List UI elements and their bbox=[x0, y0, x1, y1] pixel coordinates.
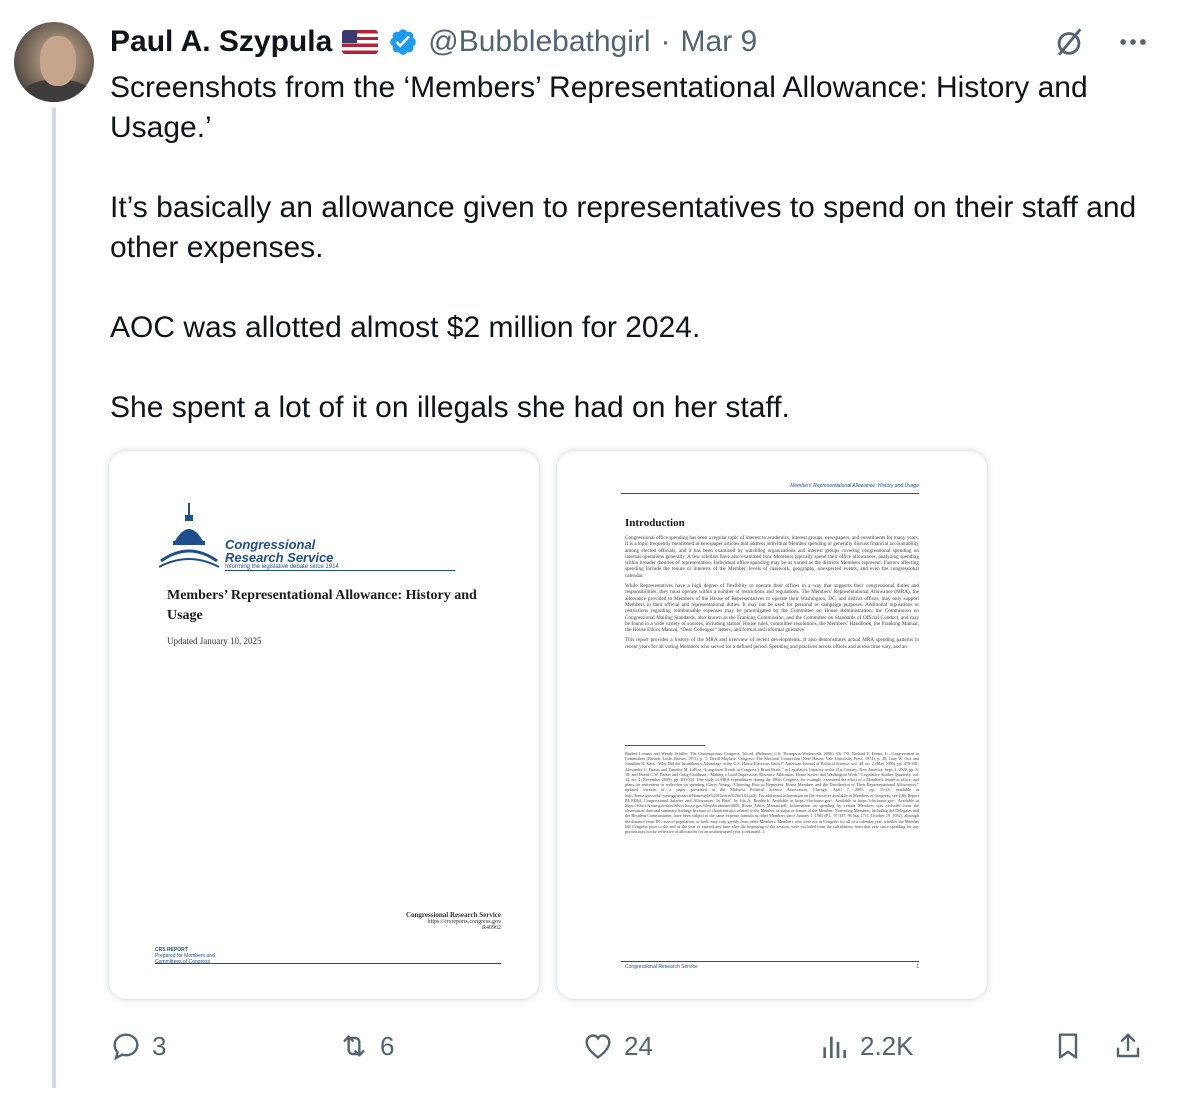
views-icon bbox=[823, 1036, 846, 1058]
media-image-report-introduction[interactable]: Members’ Representational Allowance: His… bbox=[556, 450, 988, 1000]
tweet-paragraph: Screenshots from the ‘Members’ Represent… bbox=[110, 71, 1088, 144]
thread-connector-line bbox=[52, 108, 56, 1088]
footnotes: Burdett Loomis and Wendy Schiller, The C… bbox=[625, 751, 919, 835]
more-icon[interactable] bbox=[1116, 25, 1150, 59]
report-cover-page: Congressional Research Service Informing… bbox=[119, 461, 529, 989]
retweet-icon bbox=[343, 1035, 365, 1057]
report-title: Members’ Representational Allowance: His… bbox=[167, 588, 477, 623]
tweet-text: Screenshots from the ‘Members’ Represent… bbox=[110, 68, 1150, 428]
publisher-name: Congressional Research Service bbox=[405, 911, 501, 919]
tweet-paragraph: It’s basically an allowance given to rep… bbox=[110, 191, 1137, 264]
divider bbox=[155, 963, 501, 964]
us-flag-icon bbox=[342, 30, 379, 54]
running-header: Members’ Representational Allowance: His… bbox=[790, 483, 919, 489]
bookmark-icon bbox=[1058, 1033, 1078, 1059]
body-paragraph: Congressional office spending has been a… bbox=[625, 535, 919, 579]
logo-line-2: Research Service bbox=[225, 550, 334, 565]
report-intro-page: Members’ Representational Allowance: His… bbox=[567, 461, 977, 989]
media-gallery: Congressional Research Service Informing… bbox=[108, 450, 988, 1000]
media-image-report-cover[interactable]: Congressional Research Service Informing… bbox=[108, 450, 540, 1000]
report-publisher-block: Congressional Research Service https://c… bbox=[406, 911, 501, 931]
views-button[interactable]: 2.2K bbox=[818, 1026, 914, 1066]
view-count: 2.2K bbox=[860, 1030, 914, 1061]
separator-dot: · bbox=[660, 25, 671, 58]
logo-tagline: Informing the legislative debate since 1… bbox=[225, 564, 455, 571]
retweet-count: 6 bbox=[380, 1030, 395, 1061]
heart-icon bbox=[585, 1034, 611, 1059]
divider bbox=[621, 961, 919, 962]
share-icon bbox=[1116, 1033, 1140, 1058]
capitol-dome-icon bbox=[159, 503, 219, 568]
like-count: 24 bbox=[624, 1030, 653, 1061]
crs-logo: Congressional Research Service Informing… bbox=[159, 501, 455, 571]
tweet-header: Paul A. Szypula @Bubblebathgirl · Mar 9 bbox=[110, 22, 1150, 62]
report-sublabel-2: Committees of Congress bbox=[155, 959, 211, 965]
author-name[interactable]: Paul A. Szypula bbox=[110, 25, 332, 59]
tweet-actions: 3 6 24 2.2K bbox=[108, 1026, 1148, 1066]
retweet-button[interactable]: 6 bbox=[338, 1026, 394, 1066]
avatar[interactable] bbox=[14, 22, 94, 102]
body-paragraph: While Representatives have a high degree… bbox=[625, 583, 919, 634]
divider bbox=[621, 493, 919, 494]
reply-count: 3 bbox=[152, 1030, 167, 1061]
tweet-date[interactable]: Mar 9 bbox=[681, 25, 758, 59]
section-heading: Introduction bbox=[625, 517, 685, 529]
page-footer: Congressional Research Service bbox=[625, 964, 698, 970]
bookmark-button[interactable] bbox=[1052, 1026, 1084, 1066]
share-button[interactable] bbox=[1112, 1026, 1144, 1066]
grok-icon[interactable] bbox=[1052, 25, 1086, 59]
report-id: R40962 bbox=[481, 925, 501, 931]
reply-icon bbox=[113, 1033, 139, 1061]
body-text-block: Congressional office spending has been a… bbox=[625, 535, 919, 650]
page-number: 1 bbox=[916, 964, 919, 970]
like-button[interactable]: 24 bbox=[582, 1026, 653, 1066]
tweet-paragraph: AOC was allotted almost $2 million for 2… bbox=[110, 311, 701, 344]
author-handle[interactable]: @Bubblebathgirl bbox=[428, 25, 650, 59]
body-paragraph: This report provides a history of the MR… bbox=[625, 637, 919, 650]
footnote-divider bbox=[625, 745, 705, 746]
report-updated-date: Updated January 10, 2025 bbox=[167, 636, 262, 646]
tweet-paragraph: She spent a lot of it on illegals she ha… bbox=[110, 391, 790, 424]
reply-button[interactable]: 3 bbox=[110, 1026, 166, 1066]
verified-badge-icon[interactable] bbox=[388, 27, 418, 57]
